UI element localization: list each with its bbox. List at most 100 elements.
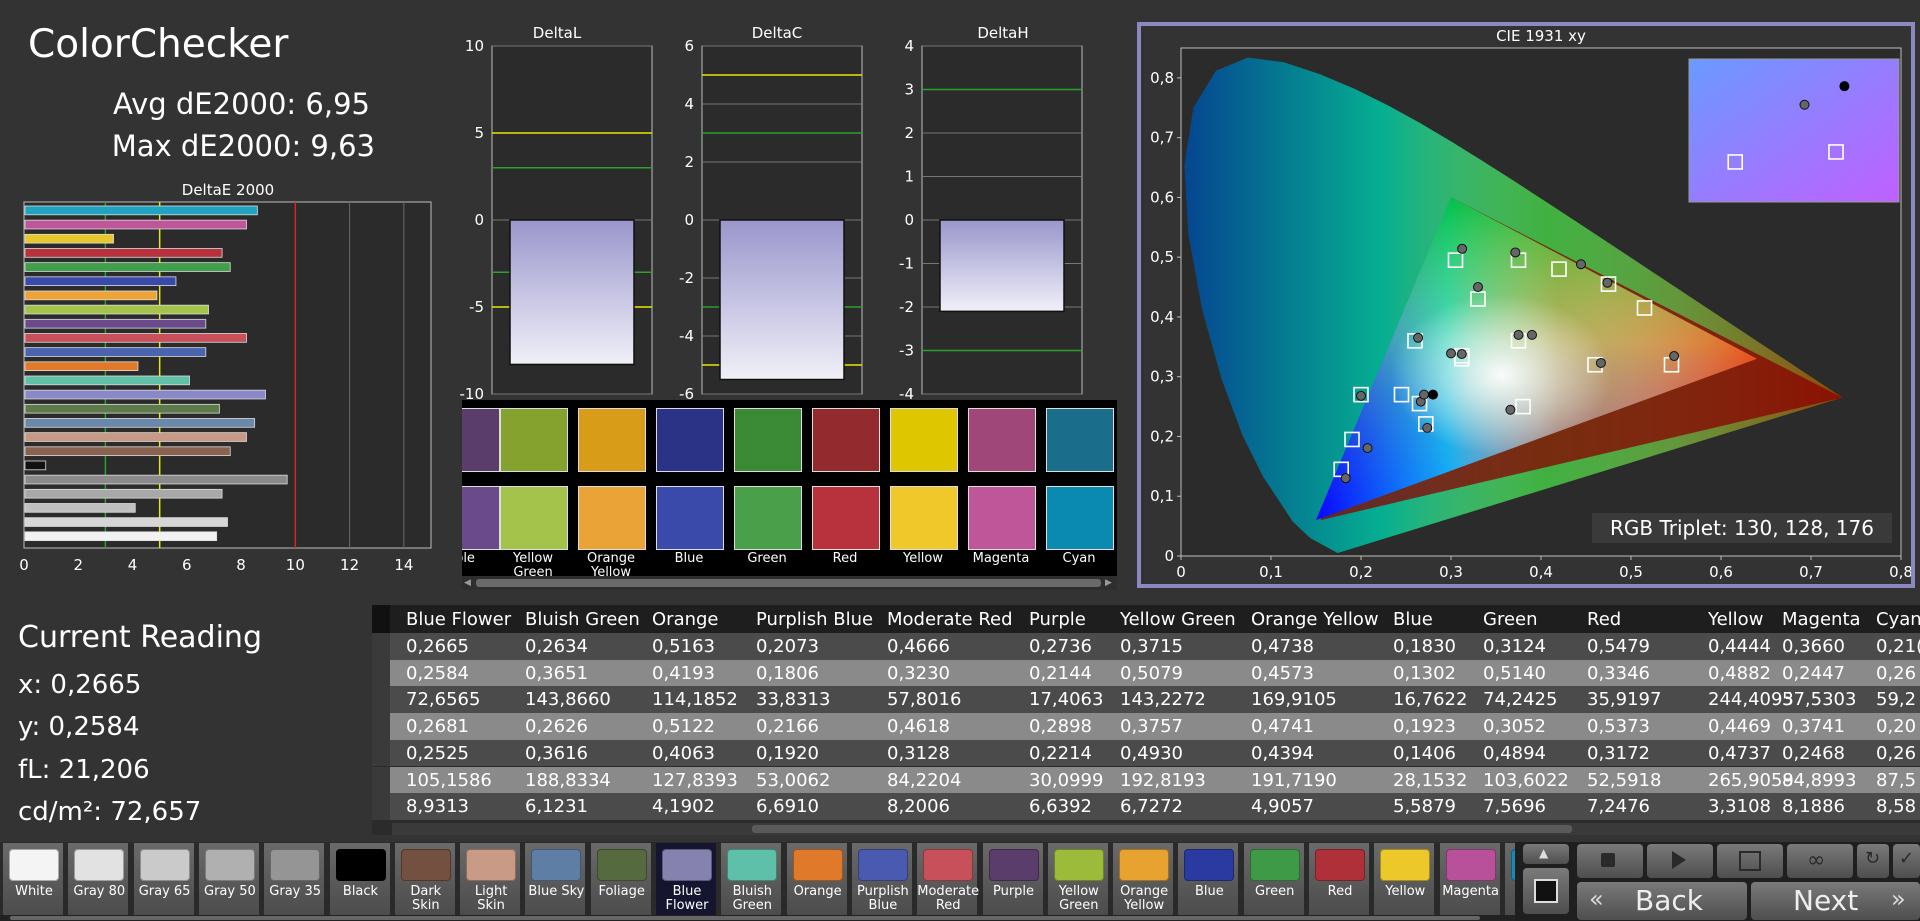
y-tick-label: 0 (684, 211, 694, 229)
y-tick-label: 0 (1164, 547, 1174, 565)
swatch-scrollbar[interactable]: ◀ ▶ (462, 576, 1117, 590)
scroll-up-button[interactable]: ▲ (1523, 844, 1569, 864)
row-header-cell (372, 659, 390, 687)
table-cell: 0,2073 (756, 636, 819, 657)
table-scrollbar[interactable] (392, 823, 1920, 835)
deltah-title: DeltaH (977, 24, 1028, 42)
table-cell: 0,2665 (406, 636, 469, 657)
patch-label: Foliage (598, 884, 645, 899)
confirm-button[interactable]: ✓ (1893, 844, 1920, 878)
table-cell: 0,2214 (1029, 742, 1092, 764)
stop-button[interactable] (1577, 844, 1643, 878)
column-header[interactable]: Blue Flower (406, 609, 511, 630)
patch-button[interactable]: Blue (1177, 842, 1240, 921)
cie-chart: CIE 1931 xy 0 0,1 0,2 0,3 0,4 0,5 0,6 0,7 0,8 0 0,… (1150, 27, 1913, 581)
patch-button[interactable]: Yellow Green (1046, 842, 1109, 921)
table-cell: 53,0062 (756, 769, 831, 791)
patch-button[interactable]: Foliage (589, 842, 652, 921)
scrollbar-thumb[interactable] (476, 579, 1101, 587)
play-button[interactable] (1647, 844, 1713, 878)
row-header-cell (372, 793, 390, 820)
table-cell: 0,4738 (1251, 636, 1314, 657)
table-cell: 6,7272 (1120, 796, 1183, 818)
column-header[interactable]: Green (1483, 609, 1538, 630)
next-button[interactable]: Next » (1751, 882, 1920, 920)
measured-point (1362, 443, 1373, 454)
patch-button[interactable]: Black (328, 842, 391, 921)
patch-button[interactable]: Orange Yellow (1112, 842, 1175, 921)
patch-swatch (1184, 849, 1235, 881)
refresh-button[interactable]: ↻ (1857, 844, 1889, 878)
column-header[interactable]: Purple (1029, 609, 1086, 630)
patch-button[interactable]: Magenta (1438, 842, 1501, 921)
column-header[interactable]: Bluish Green (525, 609, 640, 630)
patch-button[interactable]: Moderate Red (916, 842, 979, 921)
patch-button[interactable]: Yellow (1373, 842, 1436, 921)
deltae-bar (24, 418, 256, 428)
scroll-right-icon[interactable]: ▶ (1105, 578, 1115, 588)
table-cell: 0,3052 (1483, 716, 1546, 738)
table-cell: 5,5879 (1393, 796, 1456, 818)
column-header[interactable]: Moderate Red (887, 609, 1013, 630)
delta-lch-charts: 1050-5-10 6420-2-4-6 43210-1-2-3-4 Delta… (460, 24, 1083, 403)
patch-button[interactable]: Purple (981, 842, 1044, 921)
patch-button[interactable]: Dark Skin (393, 842, 456, 921)
table-scrollbar-thumb[interactable] (752, 825, 1572, 833)
patch-button[interactable]: Bluish Green (720, 842, 783, 921)
column-header[interactable]: Red (1587, 609, 1621, 630)
patch-button[interactable]: Gray 50 (197, 842, 260, 921)
patch-button[interactable]: Orange (785, 842, 848, 921)
column-header[interactable]: Blue (1393, 609, 1433, 630)
patch-swatch (1380, 849, 1431, 881)
x-tick-label: 0,6 (1709, 563, 1733, 581)
y-tick-label: 0,5 (1150, 248, 1174, 266)
swatch-target (968, 408, 1036, 472)
table-cell: 0,4394 (1251, 742, 1314, 764)
table-cell: 0,5140 (1483, 662, 1546, 684)
column-header[interactable]: Yellow (1708, 609, 1763, 630)
patch-swatch (466, 849, 517, 881)
row-header-cell (372, 739, 390, 767)
table-cell: 16,7622 (1393, 689, 1468, 711)
y-tick-label: -4 (679, 327, 694, 345)
patch-button[interactable]: Green (1242, 842, 1305, 921)
patch-swatch (727, 849, 778, 881)
measure-frame-button[interactable] (1717, 844, 1783, 878)
table-cell: 127,8393 (652, 769, 738, 791)
stop-sequence-button[interactable] (1523, 868, 1569, 914)
patch-selector: White Gray 80 Gray 65 Gray 50 Gray 35 Black Da… (0, 842, 1566, 921)
column-header[interactable]: Yellow Green (1120, 609, 1236, 630)
table-cell: 8,9313 (406, 796, 469, 818)
patch-button[interactable]: Blue Sky (524, 842, 587, 921)
column-header[interactable]: Magenta (1782, 609, 1861, 630)
patch-scrollbar-thumb[interactable] (10, 916, 1480, 920)
deltal-title: DeltaL (533, 24, 582, 42)
scroll-left-icon[interactable]: ◀ (464, 578, 474, 588)
loop-button[interactable]: ∞ (1787, 844, 1853, 878)
patch-button[interactable]: Purplish Blue (850, 842, 913, 921)
column-header[interactable]: Orange Yellow (1251, 609, 1379, 630)
patch-scrollbar[interactable] (0, 915, 1515, 921)
patch-button[interactable]: White (2, 842, 64, 921)
patch-button[interactable]: Gray 80 (67, 842, 130, 921)
y-tick-label: -5 (469, 298, 484, 316)
deltae-bar (24, 347, 207, 357)
table-cell: 0,26 (1876, 662, 1917, 684)
patch-button[interactable]: Gray 65 (132, 842, 195, 921)
back-button[interactable]: « Back (1577, 882, 1747, 920)
y-tick-label: -2 (679, 269, 694, 287)
x-tick-label: 8 (236, 556, 246, 574)
table-cell: 0,3741 (1782, 716, 1845, 738)
measured-point (1602, 277, 1613, 288)
patch-button[interactable]: Gray 35 (263, 842, 326, 921)
column-header[interactable]: Cyan (1876, 609, 1920, 630)
patch-button[interactable]: Red (1308, 842, 1370, 921)
patch-button[interactable]: Light Skin (459, 842, 522, 921)
column-header[interactable]: Purplish Blue (756, 609, 873, 630)
table-cell: 0,3124 (1483, 636, 1546, 657)
column-header[interactable]: Orange (652, 609, 719, 630)
table-cell: 0,3128 (887, 742, 950, 764)
table-cell: 0,4618 (887, 716, 950, 738)
swatch-label: Blue (674, 551, 704, 566)
patch-button[interactable]: Blue Flower (655, 842, 717, 921)
